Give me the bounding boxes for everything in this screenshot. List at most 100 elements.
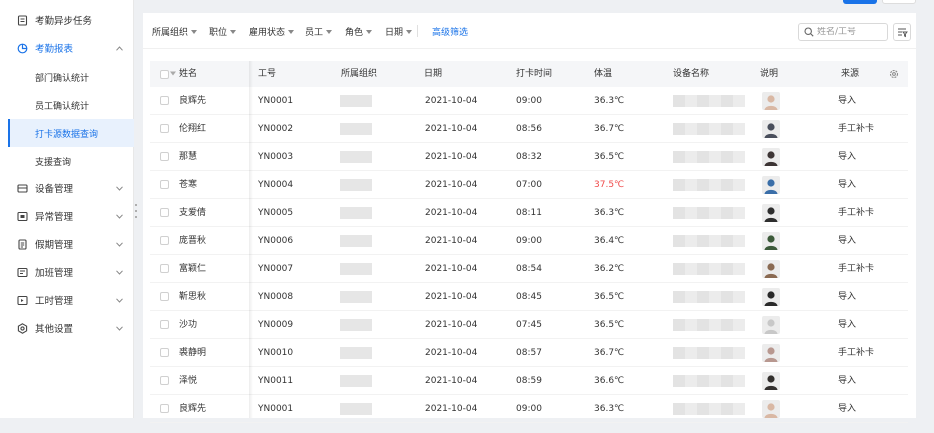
secondary-action-button[interactable] xyxy=(882,0,916,4)
chevron-down-icon xyxy=(115,268,124,277)
column-header-punch-time[interactable]: 打卡时间 xyxy=(516,61,552,87)
sidebar-item-other-settings[interactable]: 其他设置 xyxy=(0,314,134,342)
primary-action-button[interactable] xyxy=(843,0,877,4)
filter-position[interactable]: 职位 xyxy=(209,25,237,38)
column-filter-icon xyxy=(897,28,908,37)
row-checkbox[interactable] xyxy=(160,124,169,133)
avatar[interactable] xyxy=(762,316,780,334)
filter-label: 所属组织 xyxy=(152,28,189,38)
row-checkbox[interactable] xyxy=(160,152,169,161)
table-row[interactable]: 良辉先 YN0001 2021-10-04 09:00 36.3℃ 导入 xyxy=(150,87,908,115)
cell-source: 手工补卡 xyxy=(838,264,875,274)
table-row[interactable]: 良辉先 YN0001 2021-10-04 09:00 36.3℃ 导入 xyxy=(150,395,908,423)
avatar[interactable] xyxy=(762,344,780,362)
sidebar-subitem-label: 支援查询 xyxy=(35,157,72,168)
cell-name: 沙功 xyxy=(179,320,198,330)
row-checkbox[interactable] xyxy=(160,320,169,329)
avatar[interactable] xyxy=(762,120,780,138)
sidebar-item-label: 加班管理 xyxy=(35,268,74,279)
column-header-note[interactable]: 说明 xyxy=(760,61,778,87)
cell-name: 良辉先 xyxy=(179,404,207,414)
table-row[interactable]: 裘静明 YN0010 2021-10-04 08:57 36.7℃ 手工补卡 xyxy=(150,339,908,367)
sidebar-item-overtime-management[interactable]: 加班管理 xyxy=(0,258,134,286)
filter-label: 角色 xyxy=(345,28,364,38)
row-checkbox[interactable] xyxy=(160,264,169,273)
cell-device-redacted xyxy=(673,263,745,275)
cell-punch-time: 08:32 xyxy=(516,152,542,162)
avatar[interactable] xyxy=(762,260,780,278)
filter-employee[interactable]: 员工 xyxy=(305,25,333,38)
table-settings-gear-icon[interactable] xyxy=(889,69,899,79)
filter-role[interactable]: 角色 xyxy=(345,25,373,38)
cell-temperature: 36.3℃ xyxy=(594,96,625,106)
sidebar-item-label: 假期管理 xyxy=(35,240,74,251)
filter-org[interactable]: 所属组织 xyxy=(152,25,198,38)
sidebar-item-attendance-report[interactable]: 考勤报表 xyxy=(0,34,134,62)
table-row[interactable]: 支爱倩 YN0005 2021-10-04 08:11 36.3℃ 手工补卡 xyxy=(150,199,908,227)
avatar[interactable] xyxy=(762,176,780,194)
column-header-temperature[interactable]: 体温 xyxy=(594,61,612,87)
column-header-date[interactable]: 日期 xyxy=(424,61,442,87)
column-header-source[interactable]: 来源 xyxy=(841,61,859,87)
filter-label: 职位 xyxy=(209,28,228,38)
search-field[interactable] xyxy=(798,23,888,41)
cell-device-redacted xyxy=(673,95,745,107)
caret-down-icon xyxy=(288,29,295,34)
row-checkbox[interactable] xyxy=(160,292,169,301)
row-checkbox[interactable] xyxy=(160,208,169,217)
table-row[interactable]: 富颖仁 YN0007 2021-10-04 08:54 36.2℃ 手工补卡 xyxy=(150,255,908,283)
select-all-checkbox[interactable] xyxy=(160,70,169,79)
sidebar-subitem-dept-confirm[interactable]: 部门确认统计 xyxy=(8,63,134,91)
avatar[interactable] xyxy=(762,204,780,222)
table-row[interactable]: 庞晋秋 YN0006 2021-10-04 09:00 36.4℃ 导入 xyxy=(150,227,908,255)
cell-source: 导入 xyxy=(838,96,857,106)
advanced-filter-link[interactable]: 高级筛选 xyxy=(432,25,468,38)
row-checkbox[interactable] xyxy=(160,404,169,413)
sidebar-subitem-punch-source-query[interactable]: 打卡源数据查询 xyxy=(8,119,134,147)
table-row[interactable]: 泽悦 YN0011 2021-10-04 08:59 36.6℃ 导入 xyxy=(150,367,908,395)
sidebar-item-device-management[interactable]: 设备管理 xyxy=(0,174,134,202)
cell-temperature: 36.6℃ xyxy=(594,376,625,386)
sidebar-item-exception-management[interactable]: 异常管理 xyxy=(0,202,134,230)
column-header-name[interactable]: 姓名 xyxy=(179,61,197,87)
sidebar-item-worktime-management[interactable]: 工时管理 xyxy=(0,286,134,314)
sidebar-item-label: 考勤异步任务 xyxy=(35,16,93,27)
avatar[interactable] xyxy=(762,400,780,418)
avatar[interactable] xyxy=(762,148,780,166)
column-settings-button[interactable] xyxy=(893,23,911,41)
column-header-device[interactable]: 设备名称 xyxy=(673,61,709,87)
row-checkbox[interactable] xyxy=(160,348,169,357)
row-checkbox[interactable] xyxy=(160,236,169,245)
cell-id: YN0001 xyxy=(258,96,294,106)
row-checkbox[interactable] xyxy=(160,376,169,385)
table-row[interactable]: 伦翔红 YN0002 2021-10-04 08:56 36.7℃ 手工补卡 xyxy=(150,115,908,143)
table-row[interactable]: 靳思秋 YN0008 2021-10-04 08:45 36.5℃ 导入 xyxy=(150,283,908,311)
cell-temperature: 37.5℃ xyxy=(594,180,625,190)
cell-temperature: 36.5℃ xyxy=(594,292,625,302)
sidebar-subitem-support-query[interactable]: 支援查询 xyxy=(8,147,134,175)
cell-date: 2021-10-04 xyxy=(425,124,478,134)
cell-id: YN0009 xyxy=(258,320,294,330)
table-row[interactable]: 沙功 YN0009 2021-10-04 07:45 36.5℃ 导入 xyxy=(150,311,908,339)
filter-employment-status[interactable]: 雇用状态 xyxy=(249,25,295,38)
table-row[interactable]: 那慧 YN0003 2021-10-04 08:32 36.5℃ 导入 xyxy=(150,143,908,171)
avatar[interactable] xyxy=(762,372,780,390)
row-checkbox[interactable] xyxy=(160,180,169,189)
sidebar-resize-handle[interactable] xyxy=(134,204,138,218)
cell-date: 2021-10-04 xyxy=(425,96,478,106)
sidebar-item-leave-management[interactable]: 假期管理 xyxy=(0,230,134,258)
sidebar-item-async-tasks[interactable]: 考勤异步任务 xyxy=(0,6,134,34)
header-dropdown-icon[interactable] xyxy=(170,71,176,76)
row-checkbox[interactable] xyxy=(160,96,169,105)
table-row[interactable]: 苍寒 YN0004 2021-10-04 07:00 37.5℃ 导入 xyxy=(150,171,908,199)
cell-source: 导入 xyxy=(838,404,857,414)
avatar[interactable] xyxy=(762,92,780,110)
column-header-org[interactable]: 所属组织 xyxy=(341,61,377,87)
avatar[interactable] xyxy=(762,232,780,250)
column-header-id[interactable]: 工号 xyxy=(258,61,276,87)
search-input[interactable] xyxy=(817,27,887,37)
sidebar-subitem-employee-confirm[interactable]: 员工确认统计 xyxy=(8,91,134,119)
cell-temperature: 36.7℃ xyxy=(594,348,625,358)
filter-date[interactable]: 日期 xyxy=(385,25,413,38)
avatar[interactable] xyxy=(762,288,780,306)
